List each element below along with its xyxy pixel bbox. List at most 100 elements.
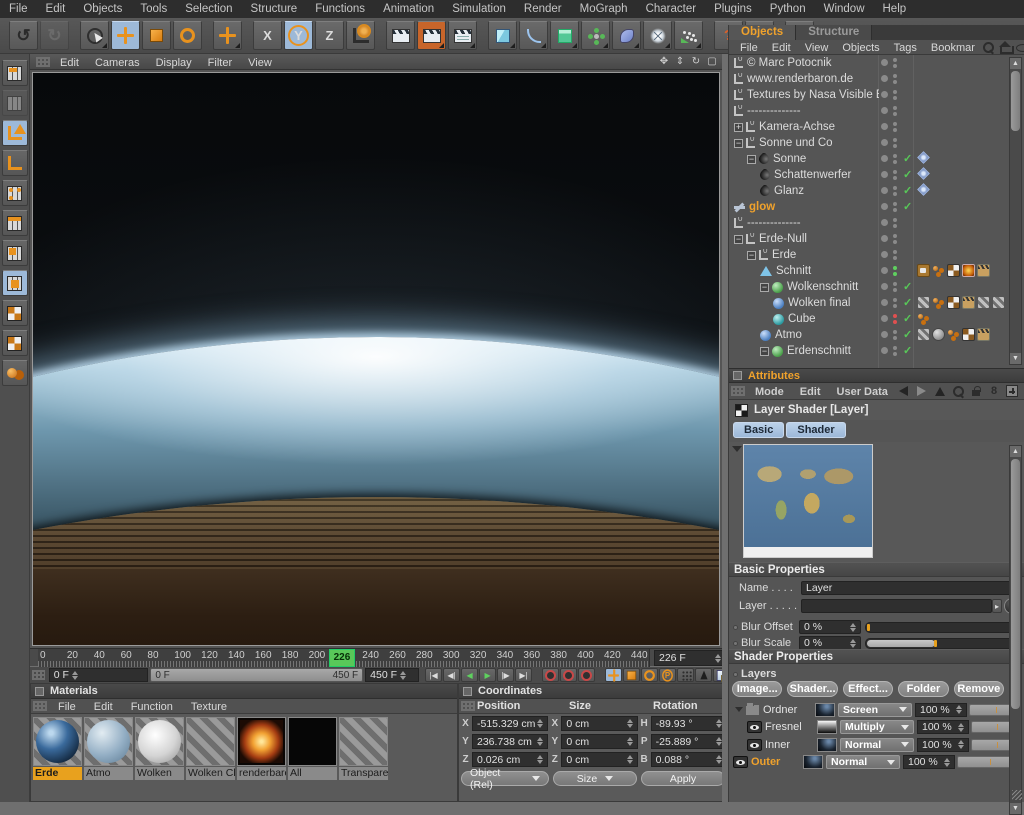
tex-tag-icon[interactable] xyxy=(962,264,975,277)
objects-menu-view[interactable]: View xyxy=(798,42,836,54)
visibility-dot-icon[interactable] xyxy=(881,315,888,322)
menu-mograph[interactable]: MoGraph xyxy=(571,3,637,15)
apply-button[interactable]: Apply xyxy=(641,771,725,786)
attributes-menu-user-data[interactable]: User Data xyxy=(829,386,896,398)
lock-icon[interactable] xyxy=(970,385,982,397)
material-wolken[interactable]: Wolken xyxy=(135,717,184,780)
forward-arrow-icon[interactable] xyxy=(916,385,928,397)
editor-render-dots-icon[interactable] xyxy=(893,298,897,302)
viewport-menu-display[interactable]: Display xyxy=(148,57,200,69)
value-stepper[interactable] xyxy=(627,737,633,746)
eye-icon[interactable] xyxy=(733,756,748,768)
folder-icon[interactable] xyxy=(745,704,760,716)
move-tool-button[interactable] xyxy=(111,21,140,50)
coordinate-field[interactable]: 0 cm xyxy=(561,734,637,749)
menu-window[interactable]: Window xyxy=(815,3,874,15)
object-row[interactable]: Glanz✓ xyxy=(729,183,1024,199)
object-row[interactable]: −Sonne und Co xyxy=(729,135,1024,151)
model-mode-button[interactable] xyxy=(2,120,28,146)
viewport-menu-edit[interactable]: Edit xyxy=(52,57,87,69)
expand-icon[interactable]: + xyxy=(734,123,743,132)
search-icon[interactable] xyxy=(982,41,994,53)
object-row[interactable]: −Sonne✓ xyxy=(729,151,1024,167)
zoom-view-icon[interactable]: ⇕ xyxy=(674,56,686,67)
visibility-dot-icon[interactable] xyxy=(881,107,888,114)
dock-icon[interactable] xyxy=(35,687,44,696)
render-settings-button[interactable] xyxy=(448,21,477,50)
x-axis-lock-button[interactable]: X xyxy=(253,21,282,50)
keyframe-options-button[interactable] xyxy=(578,668,595,682)
layer-effect-button[interactable]: Effect... xyxy=(843,681,893,697)
play-forward-button[interactable]: ▶ xyxy=(479,668,496,682)
editor-render-dots-icon[interactable] xyxy=(893,106,897,110)
blur-scale-field[interactable]: 0 % xyxy=(799,636,861,650)
coordinate-field[interactable]: 0.026 cm xyxy=(472,752,548,767)
dock-icon[interactable] xyxy=(463,687,472,696)
editor-render-dots-icon[interactable] xyxy=(893,314,897,318)
editor-render-dots-icon[interactable] xyxy=(893,74,897,78)
objects-menu-file[interactable]: File xyxy=(733,42,765,54)
editor-render-dots-icon[interactable] xyxy=(893,90,897,94)
collapse-caret-icon[interactable] xyxy=(732,446,742,452)
materials-menu-file[interactable]: File xyxy=(49,701,85,713)
undo-button[interactable]: ↺ xyxy=(9,21,38,50)
stripe-tag-icon[interactable] xyxy=(917,296,930,309)
object-row[interactable]: -------------- xyxy=(729,215,1024,231)
visibility-dot-icon[interactable] xyxy=(881,235,888,242)
search-icon[interactable] xyxy=(952,385,964,397)
frame-stepper[interactable] xyxy=(715,654,721,663)
link-icon[interactable]: 8 xyxy=(988,385,1000,397)
blur-offset-field[interactable]: 0 % xyxy=(799,620,861,634)
materials-menu-function[interactable]: Function xyxy=(122,701,182,713)
target-tag-icon[interactable] xyxy=(917,183,930,196)
resize-grip[interactable] xyxy=(1012,790,1022,800)
layer-remove-button[interactable]: Remove xyxy=(954,681,1004,697)
name-field[interactable]: Layer xyxy=(801,581,1018,595)
editor-render-dots-icon[interactable] xyxy=(893,58,897,62)
visibility-dot-icon[interactable] xyxy=(881,91,888,98)
coordinate-field[interactable]: 0 cm xyxy=(561,716,637,731)
coordinate-system-button[interactable] xyxy=(346,21,375,50)
play-backward-button[interactable]: ◀ xyxy=(461,668,478,682)
attributes-menu-edit[interactable]: Edit xyxy=(792,386,829,398)
editor-render-dots-icon[interactable] xyxy=(893,122,897,126)
value-stepper[interactable] xyxy=(958,740,964,749)
goto-end-button[interactable]: ▶| xyxy=(515,668,532,682)
eye-icon[interactable] xyxy=(747,739,762,751)
object-row[interactable]: Schnitt xyxy=(729,263,1024,279)
layer-expand-button[interactable]: ▸ xyxy=(992,599,1002,613)
coordinate-field[interactable]: 0 cm xyxy=(561,752,637,767)
preview-range-slider[interactable]: 0 F 450 F xyxy=(150,668,363,682)
editor-render-dots-icon[interactable] xyxy=(893,170,897,174)
clap-tag-icon[interactable] xyxy=(977,264,990,277)
menu-character[interactable]: Character xyxy=(637,3,706,15)
visibility-dot-icon[interactable] xyxy=(881,267,888,274)
add-spline-button[interactable] xyxy=(519,21,548,50)
materials-menu-edit[interactable]: Edit xyxy=(85,701,122,713)
visibility-dot-icon[interactable] xyxy=(881,347,888,354)
object-row[interactable]: −Erde xyxy=(729,247,1024,263)
value-stepper[interactable] xyxy=(537,719,543,728)
size-mode-dropdown[interactable]: Size xyxy=(553,771,637,786)
drag-handle-icon[interactable] xyxy=(36,57,50,67)
editor-render-dots-icon[interactable] xyxy=(893,330,897,334)
visibility-dot-icon[interactable] xyxy=(881,283,888,290)
visibility-dot-icon[interactable] xyxy=(881,139,888,146)
add-cube-button[interactable] xyxy=(488,21,517,50)
eye-icon[interactable] xyxy=(747,721,762,733)
goto-start-button[interactable]: |◀ xyxy=(425,668,442,682)
checker-tag-icon[interactable] xyxy=(947,296,960,309)
visibility-dot-icon[interactable] xyxy=(881,203,888,210)
menu-plugins[interactable]: Plugins xyxy=(705,3,761,15)
points-mode-button[interactable] xyxy=(2,180,28,206)
dots-tag-icon[interactable] xyxy=(917,312,930,325)
rotate-view-icon[interactable]: ↻ xyxy=(690,56,702,67)
value-stepper[interactable] xyxy=(537,737,543,746)
object-row[interactable]: Wolken final✓ xyxy=(729,295,1024,311)
layer-opacity-field[interactable]: 100 % xyxy=(917,720,969,734)
object-row[interactable]: −Erde-Null xyxy=(729,231,1024,247)
value-stepper[interactable] xyxy=(627,755,633,764)
y-axis-lock-button[interactable]: Y xyxy=(284,21,313,50)
dots-tag-icon[interactable] xyxy=(932,296,945,309)
menu-functions[interactable]: Functions xyxy=(306,3,374,15)
